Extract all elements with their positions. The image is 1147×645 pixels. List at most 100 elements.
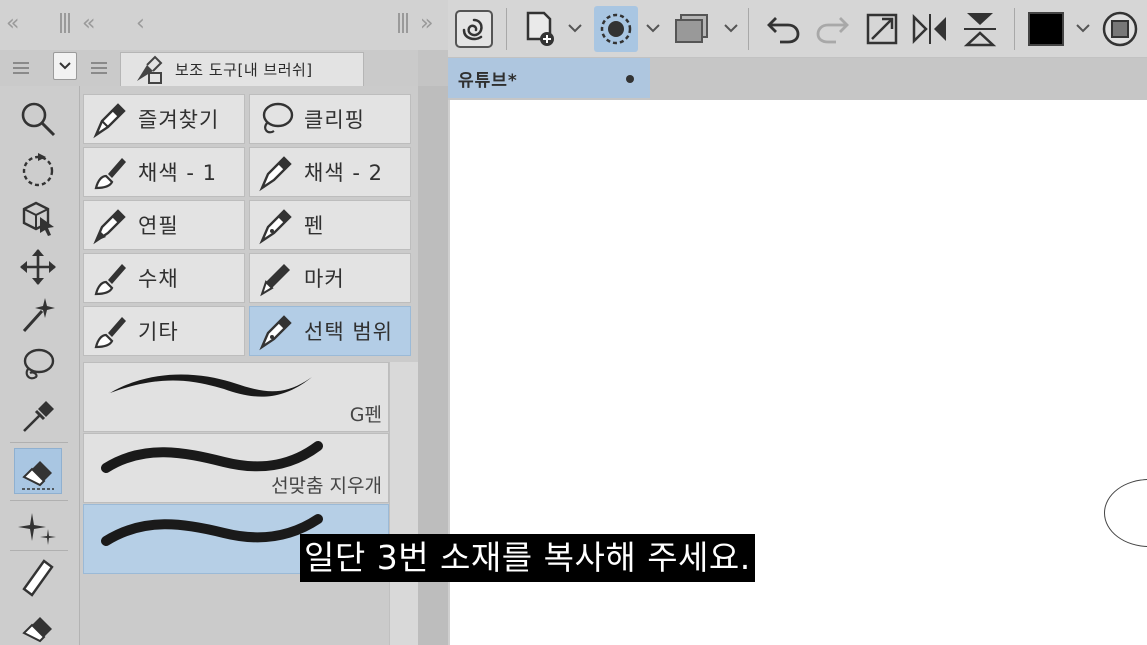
panel-menu-icon[interactable] <box>10 58 32 78</box>
brush-item-g-pen[interactable]: G펜 <box>83 362 389 432</box>
chevron-down-icon[interactable] <box>566 18 584 38</box>
video-caption: 일단 3번 소재를 복사해 주세요. <box>300 534 755 582</box>
group-selection[interactable]: 선택 범위 <box>249 306 411 356</box>
chevron-down-icon <box>59 62 71 70</box>
unsaved-dot-icon <box>626 75 634 83</box>
group-clipping[interactable]: 클리핑 <box>249 94 411 144</box>
rotate-reset-button[interactable] <box>594 6 638 52</box>
flip-horizontal-button[interactable] <box>908 6 952 52</box>
group-label: 수채 <box>138 267 179 291</box>
flip-vertical-button[interactable] <box>958 6 1002 52</box>
resize-icon <box>866 13 898 45</box>
layer-view-button[interactable] <box>670 6 714 52</box>
tool-lasso[interactable] <box>14 342 62 388</box>
group-label: 펜 <box>304 214 325 238</box>
pencil-icon <box>22 559 54 597</box>
sparkle-icon <box>18 513 56 545</box>
lasso-icon <box>262 102 294 134</box>
brush-icon <box>94 317 126 349</box>
canvas-tab-bar: 유튜브* <box>448 58 1147 100</box>
fill-eraser-icon <box>22 617 52 643</box>
main-color-button[interactable] <box>1024 6 1068 52</box>
tool-eraser[interactable] <box>14 448 62 494</box>
panel-nav-strip: « « ‹ » <box>0 0 448 50</box>
group-watercolor[interactable]: 수채 <box>83 253 245 303</box>
group-label: 채색 - 1 <box>138 161 217 185</box>
lasso-icon <box>23 348 55 380</box>
pencil-icon <box>93 209 126 245</box>
layers-icon <box>675 14 708 43</box>
toolbar-separator <box>1014 8 1015 50</box>
chevron-down-icon[interactable] <box>1074 18 1092 38</box>
pen-nib-icon <box>259 209 292 245</box>
tool-separator <box>10 442 68 443</box>
brush-icon <box>94 264 126 296</box>
panel-grip-icon[interactable] <box>58 10 72 44</box>
canvas-tab[interactable]: 유튜브* <box>448 58 650 98</box>
sub-tool-menu-icon[interactable] <box>88 58 110 78</box>
panel-divider <box>418 50 448 86</box>
pen-nib-icon <box>93 103 126 139</box>
tool-separator <box>10 500 68 501</box>
group-label: 기타 <box>138 320 179 344</box>
chevron-down-icon[interactable] <box>722 18 740 38</box>
rotate-reset-icon <box>600 13 632 45</box>
eraser-icon <box>22 461 54 490</box>
group-marker[interactable]: 마커 <box>249 253 411 303</box>
object-select-icon <box>22 201 54 236</box>
redo-button[interactable] <box>810 6 854 52</box>
app-logo-button[interactable] <box>452 6 496 52</box>
tool-palette <box>0 86 80 645</box>
tool-decoration[interactable] <box>14 504 62 550</box>
toolbar-separator <box>506 8 507 50</box>
new-canvas-button[interactable] <box>518 6 562 52</box>
new-document-icon <box>526 11 554 46</box>
panel-dropdown[interactable] <box>53 52 77 80</box>
tool-eyedropper[interactable] <box>14 392 62 438</box>
tool-rotate[interactable] <box>14 146 62 192</box>
tool-zoom[interactable] <box>14 96 62 142</box>
group-other[interactable]: 기타 <box>83 306 245 356</box>
group-label: 선택 범위 <box>304 320 393 344</box>
sub-tool-tab[interactable]: 보조 도구[내 브러쉬] <box>120 52 364 86</box>
brush-tool-icon <box>137 55 163 84</box>
group-favorites[interactable]: 즐겨찾기 <box>83 94 245 144</box>
tool-move[interactable] <box>14 244 62 290</box>
chevron-down-icon[interactable] <box>644 18 662 38</box>
eyedropper-icon <box>23 401 54 432</box>
brush-stroke-preview <box>110 374 312 397</box>
pen-nib-icon <box>259 315 292 351</box>
group-pencil[interactable]: 연필 <box>83 200 245 250</box>
move-icon <box>20 249 56 285</box>
group-coloring-2[interactable]: 채색 - 2 <box>249 147 411 197</box>
scale-button[interactable] <box>860 6 904 52</box>
tool-fill-eraser[interactable] <box>14 604 62 645</box>
group-pen[interactable]: 펜 <box>249 200 411 250</box>
expand-right-icon[interactable]: » <box>420 10 433 38</box>
tool-object[interactable] <box>14 194 62 240</box>
brush-item-line-eraser[interactable]: 선맞춤 지우개 <box>83 433 389 503</box>
tool-separator <box>10 550 68 551</box>
undo-button[interactable] <box>762 6 806 52</box>
transparency-color-button[interactable] <box>1098 6 1142 52</box>
group-coloring-1[interactable]: 채색 - 1 <box>83 147 245 197</box>
undo-icon <box>767 17 800 44</box>
main-toolbar <box>448 0 1147 58</box>
brush-name: 선맞춤 지우개 <box>271 475 382 497</box>
flip-vertical-icon <box>963 13 997 47</box>
group-label: 채색 - 2 <box>304 161 383 185</box>
back-icon[interactable]: ‹ <box>136 10 145 38</box>
panel-grip-right-icon[interactable] <box>396 10 410 44</box>
brush-list-scrollbar[interactable] <box>389 362 418 645</box>
spiral-logo-icon <box>455 10 493 48</box>
brush-name: G펜 <box>349 404 382 426</box>
collapse-left-icon[interactable]: « <box>6 10 19 38</box>
magic-wand-icon <box>22 298 55 333</box>
canvas-tab-label: 유튜브* <box>458 70 518 91</box>
tool-magic-wand[interactable] <box>14 292 62 338</box>
tool-pencil[interactable] <box>14 556 62 602</box>
app-window: « « ‹ » 보조 도구[내 브러쉬] 즐겨찾기 클리핑 채색 - 1 채색 … <box>0 0 1147 645</box>
pen-nib-icon <box>259 156 292 192</box>
sub-tool-tab-label: 보조 도구[내 브러쉬] <box>175 61 313 79</box>
collapse-left-2-icon[interactable]: « <box>82 10 95 38</box>
